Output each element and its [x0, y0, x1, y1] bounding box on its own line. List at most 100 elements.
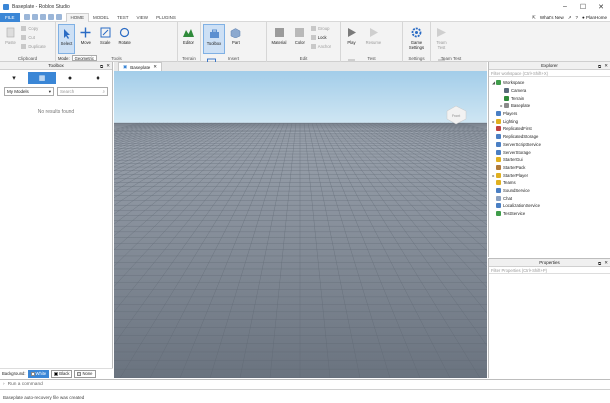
explorer-item[interactable]: StarterPack	[489, 164, 610, 172]
file-menu[interactable]: FILE	[0, 12, 20, 22]
explorer-filter-input[interactable]: Filter workspace (Ctrl+Shift+X)	[489, 70, 610, 77]
close-icon[interactable]: ✕	[592, 0, 610, 13]
toolbox-tab-marketplace[interactable]: ▦	[28, 72, 56, 84]
resume-button[interactable]: Resume	[362, 24, 384, 54]
toolbox-tab-creations[interactable]: ♦	[84, 72, 112, 84]
float-icon[interactable]: ⧉	[598, 64, 601, 69]
toolbox-button[interactable]: Toolbox	[203, 24, 225, 54]
bg-option-none[interactable]: None	[74, 369, 96, 378]
toolbox-search-input[interactable]: Search ⌕	[57, 87, 108, 96]
explorer-item-label: ServerScriptService	[503, 141, 541, 147]
explorer-item[interactable]: Teams	[489, 179, 610, 187]
close-icon[interactable]: ✕	[153, 64, 157, 70]
part-icon	[230, 26, 242, 38]
redo-icon[interactable]	[55, 14, 62, 20]
explorer-item[interactable]: ServerStorage	[489, 148, 610, 156]
explorer-item[interactable]: Chat	[489, 194, 610, 202]
window-title: Baseplate - Roblox Studio	[12, 3, 70, 10]
explorer-item[interactable]: ◢ Workspace	[489, 79, 610, 87]
explorer-item-label: StarterGui	[503, 157, 523, 163]
explorer-tree: ◢ Workspace Camera Terrain ▸ Baseplate Players…	[489, 77, 610, 217]
tab-view[interactable]: VIEW	[133, 13, 153, 22]
material-button[interactable]: Material	[269, 24, 289, 54]
no-results-message: No results found	[37, 109, 75, 115]
paste-button[interactable]: Paste	[2, 24, 19, 54]
user-menu[interactable]: ● PlanHome	[582, 15, 607, 20]
part-icon	[504, 103, 509, 109]
command-bar[interactable]: › Run a command	[0, 379, 610, 390]
rotate-label: Rotate	[118, 40, 131, 45]
explorer-item[interactable]: ReplicatedFirst	[489, 125, 610, 133]
select-cursor-icon	[61, 27, 73, 39]
open-icon[interactable]	[31, 14, 38, 20]
tab-baseplate[interactable]: ▣ Baseplate ✕	[118, 62, 163, 71]
edit-small-buttons: Group Lock Anchor	[310, 24, 331, 50]
select-button[interactable]: Select	[58, 24, 75, 54]
bg-option-white[interactable]: White	[27, 369, 50, 378]
share-icon[interactable]: ↗	[568, 15, 572, 21]
copy-button[interactable]: Copy	[21, 24, 45, 32]
properties-filter-input[interactable]: Filter Properties (Ctrl+Shift+P)	[489, 267, 610, 274]
new-icon[interactable]	[23, 14, 30, 20]
rotate-button[interactable]: Rotate	[116, 24, 133, 54]
explorer-item[interactable]: LocalizationService	[489, 202, 610, 210]
game-settings-button[interactable]: Game Settings	[405, 24, 428, 54]
explorer-item[interactable]: SoundService	[489, 187, 610, 195]
team-test-button[interactable]: Team Test	[433, 24, 450, 54]
minimize-icon[interactable]: –	[556, 0, 574, 13]
tab-plugins[interactable]: PLUGINS	[152, 13, 180, 22]
part-button[interactable]: Part	[227, 24, 244, 54]
sky	[114, 71, 487, 123]
toolbox-tab-inventory[interactable]: ▾	[0, 72, 28, 84]
properties-panel: Properties ⧉ ✕ Filter Properties (Ctrl+S…	[488, 258, 610, 378]
terrain-editor-icon	[183, 26, 195, 38]
undo-icon[interactable]	[47, 14, 54, 20]
team-test-label: Team Test	[436, 40, 447, 50]
cut-button[interactable]: Cut	[21, 33, 45, 41]
terrain-editor-button[interactable]: Editor	[180, 24, 197, 54]
chevron-down-icon: ▾	[48, 88, 51, 94]
play-button[interactable]: Play	[343, 24, 360, 54]
command-placeholder: Run a command	[7, 382, 43, 387]
explorer-item[interactable]: Terrain	[489, 94, 610, 102]
close-icon[interactable]: ✕	[106, 63, 110, 69]
close-icon[interactable]: ✕	[604, 260, 608, 266]
explorer-item[interactable]: StarterGui	[489, 156, 610, 164]
help-icon[interactable]: ?	[575, 15, 578, 20]
explorer-item[interactable]: ▸ Lighting	[489, 117, 610, 125]
expand-icon[interactable]: ⇱	[532, 15, 536, 21]
group-button[interactable]: Group	[310, 24, 331, 32]
explorer-item[interactable]: Camera	[489, 87, 610, 95]
3d-viewport[interactable]: Front	[114, 71, 487, 378]
tab-home[interactable]: HOME	[65, 12, 90, 22]
view-cube-label: Front	[452, 114, 460, 118]
save-icon[interactable]	[39, 14, 46, 20]
group-icon	[310, 25, 316, 31]
bg-option-black[interactable]: Black	[51, 369, 73, 378]
toolbox-category-dropdown[interactable]: My Models ▾	[4, 87, 54, 96]
tab-model[interactable]: MODEL	[89, 13, 113, 22]
whats-new-link[interactable]: What's New	[540, 15, 564, 20]
close-icon[interactable]: ✕	[604, 63, 608, 69]
float-icon[interactable]: ⧉	[100, 64, 103, 69]
explorer-item-label: Teams	[503, 180, 516, 186]
lock-button[interactable]: Lock	[310, 33, 331, 41]
search-icon[interactable]: ⌕	[102, 89, 105, 94]
float-icon[interactable]: ⧉	[598, 261, 601, 266]
color-button[interactable]: Color	[291, 24, 308, 54]
document-tabs: ▣ Baseplate ✕	[114, 62, 487, 71]
duplicate-button[interactable]: Duplicate	[21, 42, 46, 50]
explorer-item[interactable]: ServerScriptService	[489, 141, 610, 149]
anchor-button[interactable]: Anchor	[310, 42, 331, 50]
tab-test[interactable]: TEST	[113, 13, 133, 22]
explorer-item[interactable]: ▸ StarterPlayer	[489, 171, 610, 179]
explorer-item[interactable]: ReplicatedStorage	[489, 133, 610, 141]
scale-button[interactable]: Scale	[97, 24, 114, 54]
move-button[interactable]: Move	[77, 24, 94, 54]
maximize-icon[interactable]: ☐	[574, 0, 592, 13]
explorer-item[interactable]: TestService	[489, 210, 610, 218]
lighting-icon	[496, 118, 501, 124]
explorer-item[interactable]: ▸ Baseplate	[489, 102, 610, 110]
explorer-item[interactable]: Players	[489, 110, 610, 118]
toolbox-tab-recent[interactable]: ●	[56, 72, 84, 84]
